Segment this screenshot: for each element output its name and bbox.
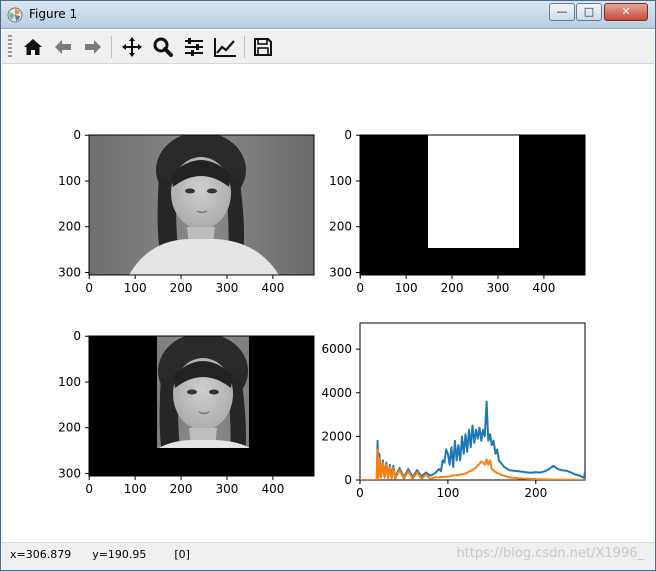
zoom-button[interactable] (150, 34, 176, 60)
y-tick-label: 6000 (321, 342, 352, 356)
home-button[interactable] (20, 34, 46, 60)
toolbar-separator (111, 36, 112, 58)
toolbar-separator (244, 36, 245, 58)
x-tick-label: 100 (436, 486, 459, 500)
navigation-toolbar (2, 30, 654, 64)
x-tick-label: 0 (356, 281, 364, 295)
subplot-original-image[interactable]: 0 100 200 300 400 0 100 200 300 (58, 128, 315, 295)
axes-frame (359, 322, 586, 481)
y-tick-label: 0 (73, 128, 81, 142)
y-tick-label: 200 (58, 220, 81, 234)
forward-arrow-icon (85, 40, 101, 54)
edit-axis-icon (214, 38, 236, 57)
y-tick-label: 100 (58, 375, 81, 389)
figure-canvas[interactable]: 0 100 200 300 400 0 100 200 300 0 100 200 300 400 0 10… (2, 65, 654, 541)
pan-button[interactable] (119, 34, 145, 60)
x-tick-label: 0 (85, 281, 93, 295)
y-tick-label: 300 (58, 466, 81, 480)
x-tick-label: 200 (170, 281, 193, 295)
back-arrow-icon (55, 40, 71, 54)
subplot-mask[interactable]: 0 100 200 300 400 0 100 200 300 (329, 128, 586, 295)
y-tick-label: 300 (58, 265, 81, 279)
home-icon (24, 39, 42, 55)
figure-window: Figure 1 — □ ✕ 0 100 200 300 400 0 100 2… (0, 0, 656, 571)
x-tick-label: 100 (124, 482, 147, 496)
x-tick-label: 400 (261, 281, 284, 295)
pan-icon (122, 37, 142, 57)
zoom-icon (153, 37, 173, 57)
y-tick-label: 100 (58, 174, 81, 188)
x-tick-label: 200 (441, 281, 464, 295)
subplot-masked-image[interactable]: 0 100 200 300 400 0 100 200 300 (58, 329, 316, 496)
x-tick-label: 100 (395, 281, 418, 295)
y-tick-label: 200 (329, 220, 352, 234)
back-button[interactable] (50, 34, 76, 60)
x-tick-label: 200 (170, 482, 193, 496)
x-tick-label: 400 (261, 482, 284, 496)
mask-white-region (428, 135, 519, 248)
y-tick-label: 200 (58, 421, 81, 435)
figure-plot-area[interactable]: 0 100 200 300 4000100200300 0 100 200 300 400010… (2, 65, 654, 541)
y-tick-label: 0 (73, 329, 81, 343)
save-icon (254, 38, 272, 56)
forward-button[interactable] (80, 34, 106, 60)
x-tick-label: 100 (124, 281, 147, 295)
window-title: Figure 1 (29, 7, 78, 21)
x-tick-label: 0 (356, 486, 364, 500)
subplot-histogram[interactable]: 0 100 2000200040006000 (321, 322, 586, 500)
title-bar[interactable]: Figure 1 — □ ✕ (1, 1, 655, 29)
cursor-coordinates: x=306.879 y=190.95 [0] (10, 548, 190, 561)
toolbar-grip[interactable] (8, 35, 12, 59)
y-tick-label: 2000 (321, 429, 352, 443)
matplotlib-app-icon (7, 7, 23, 23)
maximize-button[interactable]: □ (576, 3, 602, 21)
configure-subplots-icon (185, 38, 203, 56)
edit-axis-button[interactable] (212, 34, 238, 60)
watermark-text: https://blog.csdn.net/X1996_ (456, 546, 644, 561)
save-button[interactable] (250, 34, 276, 60)
x-tick-label: 200 (524, 486, 547, 500)
y-tick-label: 100 (329, 174, 352, 188)
y-tick-label: 300 (329, 265, 352, 279)
close-button[interactable]: ✕ (604, 3, 648, 21)
y-tick-label: 0 (344, 128, 352, 142)
x-tick-label: 300 (216, 482, 239, 496)
configure-subplots-button[interactable] (181, 34, 207, 60)
x-tick-label: 300 (487, 281, 510, 295)
status-bar: x=306.879 y=190.95 [0] https://blog.csdn… (2, 542, 654, 570)
y-tick-label: 0 (344, 473, 352, 487)
x-tick-label: 400 (532, 281, 555, 295)
minimize-button[interactable]: — (549, 3, 575, 21)
y-tick-label: 4000 (321, 386, 352, 400)
x-tick-label: 0 (85, 482, 93, 496)
x-tick-label: 300 (216, 281, 239, 295)
